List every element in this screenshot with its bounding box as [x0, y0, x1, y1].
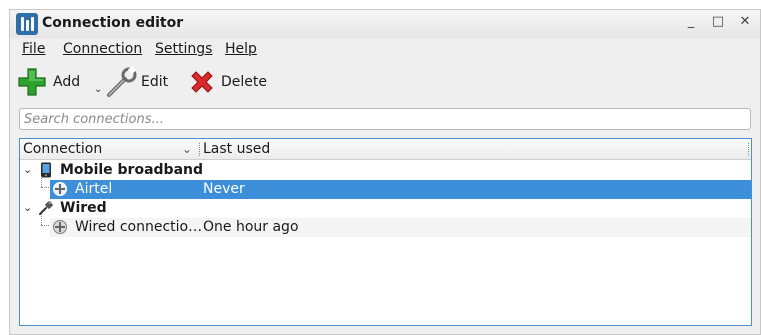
- table-row[interactable]: Wired connectio… One hour ago: [50, 218, 751, 237]
- header-connection[interactable]: Connection: [23, 141, 102, 157]
- menu-connection[interactable]: Connection: [63, 41, 142, 57]
- menu-settings[interactable]: Settings: [155, 41, 212, 57]
- sort-chevron-icon[interactable]: ⌄: [182, 142, 192, 156]
- search-input[interactable]: [19, 108, 751, 130]
- wrench-icon: [107, 65, 137, 97]
- menu-help[interactable]: Help: [225, 41, 257, 57]
- last-used: Never: [203, 181, 245, 197]
- expander-chevron-icon[interactable]: ⌄: [23, 201, 32, 214]
- network-manager-app-icon: [16, 13, 38, 35]
- group-label: Mobile broadband: [60, 162, 204, 178]
- edit-label: Edit: [141, 74, 169, 90]
- connection-name: Wired connectio…: [75, 219, 203, 235]
- tree-line: [41, 176, 42, 187]
- header-last-used[interactable]: Last used: [203, 141, 270, 157]
- tree-line: [41, 214, 42, 225]
- delete-x-icon: [191, 71, 213, 93]
- add-dropdown-arrow[interactable]: ⌄: [94, 84, 102, 95]
- delete-button[interactable]: Delete: [185, 66, 275, 98]
- plus-icon: [18, 68, 46, 96]
- column-separator[interactable]: [748, 143, 749, 156]
- connection-icon: [53, 182, 67, 196]
- add-button[interactable]: Add ⌄: [16, 66, 106, 98]
- add-label: Add: [53, 74, 81, 90]
- table-row[interactable]: Airtel Never: [50, 180, 751, 199]
- group-label: Wired: [60, 200, 107, 216]
- connection-icon: [53, 220, 67, 234]
- group-row-wired[interactable]: ⌄ Wired: [20, 199, 751, 218]
- delete-label: Delete: [221, 74, 267, 90]
- group-row-mobile-broadband[interactable]: ⌄ Mobile broadband: [20, 161, 751, 180]
- expander-chevron-icon[interactable]: ⌄: [23, 163, 32, 176]
- connections-list[interactable]: Connection ⌄ Last used ⌄ Mobile broadban…: [19, 138, 752, 326]
- title-bar[interactable]: Connection editor _ □ ✕: [10, 10, 760, 38]
- app-icon-bar: [31, 17, 34, 31]
- list-header: Connection ⌄ Last used: [20, 139, 751, 160]
- last-used: One hour ago: [203, 219, 299, 235]
- edit-button[interactable]: Edit: [105, 65, 185, 98]
- connection-editor-window: Connection editor _ □ ✕ File Connection …: [9, 9, 761, 335]
- connection-name: Airtel: [75, 181, 113, 197]
- toolbar: Add ⌄ Edit Delete: [10, 64, 760, 100]
- maximize-button[interactable]: □: [707, 13, 729, 32]
- minimize-button[interactable]: _: [680, 13, 702, 32]
- window-title: Connection editor: [42, 15, 184, 31]
- close-button[interactable]: ✕: [734, 13, 756, 32]
- column-separator[interactable]: [199, 143, 200, 156]
- app-icon-bar: [26, 20, 29, 31]
- menu-file[interactable]: File: [22, 41, 45, 57]
- app-icon-bar: [21, 17, 24, 31]
